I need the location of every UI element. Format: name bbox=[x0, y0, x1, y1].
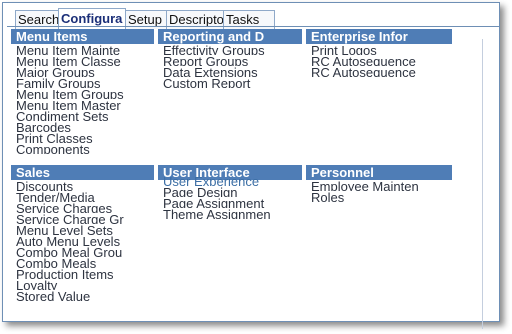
section-header-sales: Sales bbox=[11, 165, 154, 180]
link-effectivity-groups[interactable]: Effectivity Groups bbox=[163, 44, 302, 55]
section-header-enterprise: Enterprise Infor bbox=[306, 29, 452, 44]
section-personnel: Personnel Employee Mainten Roles bbox=[306, 165, 452, 202]
link-menu-item-groups[interactable]: Menu Item Groups bbox=[16, 88, 154, 99]
link-page-design[interactable]: Page Design bbox=[163, 186, 302, 197]
link-employee-maintenance[interactable]: Employee Mainten bbox=[311, 180, 452, 191]
section-header-menu-items: Menu Items bbox=[11, 29, 154, 44]
link-print-logos[interactable]: Print Logos bbox=[311, 44, 452, 55]
link-major-groups[interactable]: Major Groups bbox=[16, 66, 154, 77]
link-page-assignment[interactable]: Page Assignment bbox=[163, 197, 302, 208]
link-report-groups[interactable]: Report Groups bbox=[163, 55, 302, 66]
link-production-items[interactable]: Production Items bbox=[16, 268, 154, 279]
link-service-charge-groups[interactable]: Service Charge Gr bbox=[16, 213, 154, 224]
section-reporting: Reporting and D Effectivity Groups Repor… bbox=[158, 29, 302, 88]
link-menu-item-master[interactable]: Menu Item Master bbox=[16, 99, 154, 110]
configuration-panel: Search Configura Setup Descripto Tasks M… bbox=[2, 2, 500, 329]
link-menu-item-maintenance[interactable]: Menu Item Mainte bbox=[16, 44, 154, 55]
link-menu-item-classes[interactable]: Menu Item Classe bbox=[16, 55, 154, 66]
section-enterprise: Enterprise Infor Print Logos RC Autosequ… bbox=[306, 29, 452, 77]
section-user-interface: User Interface User Experience Page Desi… bbox=[158, 165, 302, 219]
link-condiment-sets[interactable]: Condiment Sets bbox=[16, 110, 154, 121]
section-menu-items: Menu Items Menu Item Mainte Menu Item Cl… bbox=[11, 29, 154, 154]
link-stored-value[interactable]: Stored Value bbox=[16, 290, 154, 301]
link-combo-meal-groups[interactable]: Combo Meal Grou bbox=[16, 246, 154, 257]
link-components[interactable]: Components bbox=[16, 143, 154, 154]
link-custom-report[interactable]: Custom Report bbox=[163, 77, 302, 88]
link-print-classes[interactable]: Print Classes bbox=[16, 132, 154, 143]
link-theme-assignment[interactable]: Theme Assignmen bbox=[163, 208, 302, 219]
section-header-reporting: Reporting and D bbox=[158, 29, 302, 44]
section-sales: Sales Discounts Tender/Media Service Cha… bbox=[11, 165, 154, 301]
link-loyalty[interactable]: Loyalty bbox=[16, 279, 154, 290]
link-service-charges[interactable]: Service Charges bbox=[16, 202, 154, 213]
link-rc-autosequence-2[interactable]: RC Autosequence bbox=[311, 66, 452, 77]
configuration-content: Menu Items Menu Item Mainte Menu Item Cl… bbox=[7, 26, 499, 329]
link-discounts[interactable]: Discounts bbox=[16, 180, 154, 191]
link-roles[interactable]: Roles bbox=[311, 191, 452, 202]
link-combo-meals[interactable]: Combo Meals bbox=[16, 257, 154, 268]
section-header-personnel: Personnel bbox=[306, 165, 452, 180]
link-menu-level-sets[interactable]: Menu Level Sets bbox=[16, 224, 154, 235]
link-user-experience[interactable]: User Experience bbox=[163, 175, 302, 186]
divider bbox=[482, 39, 483, 329]
link-rc-autosequence[interactable]: RC Autosequence bbox=[311, 55, 452, 66]
link-auto-menu-levels[interactable]: Auto Menu Levels bbox=[16, 235, 154, 246]
link-family-groups[interactable]: Family Groups bbox=[16, 77, 154, 88]
link-barcodes[interactable]: Barcodes bbox=[16, 121, 154, 132]
link-tender-media[interactable]: Tender/Media bbox=[16, 191, 154, 202]
link-data-extensions[interactable]: Data Extensions bbox=[163, 66, 302, 77]
